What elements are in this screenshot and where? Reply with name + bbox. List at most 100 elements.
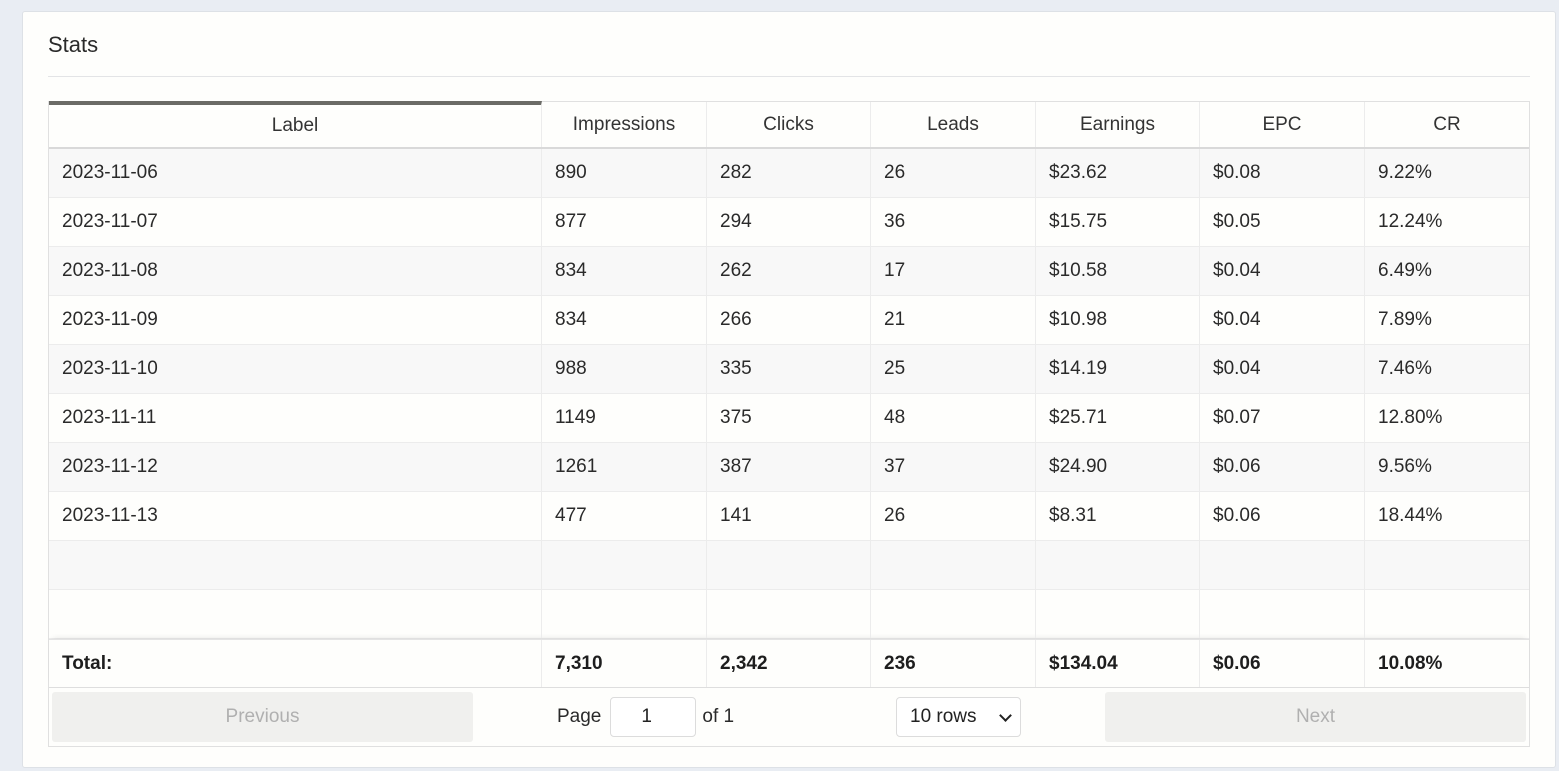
- cell-impressions: 877: [542, 198, 707, 246]
- column-header-earnings[interactable]: Earnings: [1036, 102, 1200, 147]
- table-row: [49, 541, 1529, 590]
- cell-label: 2023-11-13: [49, 492, 542, 540]
- cell-clicks: 282: [707, 149, 871, 197]
- cell-label: 2023-11-06: [49, 149, 542, 197]
- cell-label: [49, 590, 542, 638]
- pagination-bar: Previous Page of 1 10 rows Next: [49, 688, 1529, 746]
- table-totals-row: Total: 7,310 2,342 236 $134.04 $0.06 10.…: [49, 639, 1529, 688]
- cell-label: 2023-11-07: [49, 198, 542, 246]
- cell-impressions: [542, 590, 707, 638]
- cell-cr: 9.22%: [1378, 162, 1432, 183]
- totals-epc: $0.06: [1200, 640, 1365, 687]
- table-row: 2023-11-11 1149 375 48 $25.71 $0.07 12.80%: [49, 394, 1529, 443]
- cell-label: 2023-11-10: [49, 345, 542, 393]
- cell-cr: 18.44%: [1378, 505, 1443, 526]
- cell-cr: 9.56%: [1378, 456, 1432, 477]
- cell-epc: $0.05: [1200, 198, 1365, 246]
- title-divider: [48, 76, 1530, 77]
- cell-impressions: 1149: [542, 394, 707, 442]
- table-row: 2023-11-08 834 262 17 $10.58 $0.04 6.49%: [49, 247, 1529, 296]
- cell-leads: 21: [871, 296, 1036, 344]
- cell-epc: [1200, 541, 1365, 589]
- table-row: 2023-11-13 477 141 26 $8.31 $0.06 18.44%: [49, 492, 1529, 541]
- cell-label: 2023-11-12: [49, 443, 542, 491]
- cell-clicks: 375: [707, 394, 871, 442]
- cell-clicks: 294: [707, 198, 871, 246]
- table-row: 2023-11-10 988 335 25 $14.19 $0.04 7.46%: [49, 345, 1529, 394]
- totals-impressions: 7,310: [542, 640, 707, 687]
- table-header-row: Label Impressions Clicks Leads Earnings …: [49, 101, 1529, 149]
- cell-cr: [1365, 590, 1529, 638]
- cell-leads: 37: [871, 443, 1036, 491]
- cell-cr: 7.46%: [1378, 358, 1432, 379]
- cell-earnings: $23.62: [1036, 149, 1200, 197]
- cell-cr: 7.89%: [1378, 309, 1432, 330]
- cell-leads: 17: [871, 247, 1036, 295]
- cell-clicks: 387: [707, 443, 871, 491]
- page-count-label: of 1: [702, 706, 735, 727]
- cell-leads: [871, 541, 1036, 589]
- cell-cr: 6.49%: [1378, 260, 1432, 281]
- cell-earnings: $24.90: [1036, 443, 1200, 491]
- totals-cr: 10.08%: [1378, 652, 1443, 674]
- cell-clicks: 335: [707, 345, 871, 393]
- cell-epc: $0.06: [1200, 443, 1365, 491]
- cell-earnings: $10.58: [1036, 247, 1200, 295]
- column-header-label[interactable]: Label: [49, 101, 542, 147]
- cell-epc: $0.07: [1200, 394, 1365, 442]
- cell-impressions: 988: [542, 345, 707, 393]
- totals-label: Total:: [49, 640, 542, 687]
- cell-earnings: $10.98: [1036, 296, 1200, 344]
- column-header-impressions[interactable]: Impressions: [542, 102, 707, 147]
- previous-button[interactable]: Previous: [52, 692, 473, 742]
- cell-epc: [1200, 590, 1365, 638]
- table-row: 2023-11-07 877 294 36 $15.75 $0.05 12.24%: [49, 198, 1529, 247]
- cell-label: 2023-11-11: [49, 394, 542, 442]
- chevron-down-icon: [999, 708, 1012, 722]
- column-header-clicks[interactable]: Clicks: [707, 102, 871, 147]
- column-header-epc[interactable]: EPC: [1200, 102, 1365, 147]
- rows-per-page-select[interactable]: 10 rows: [896, 697, 1021, 737]
- rows-per-page-value: 10 rows: [910, 706, 977, 727]
- stats-card: Stats Label Impressions Clicks Leads Ear…: [22, 11, 1556, 768]
- cell-clicks: [707, 590, 871, 638]
- cell-impressions: 1261: [542, 443, 707, 491]
- cell-impressions: 834: [542, 247, 707, 295]
- cell-clicks: [707, 541, 871, 589]
- table-row: 2023-11-06 890 282 26 $23.62 $0.08 9.22%: [49, 149, 1529, 198]
- page-number-input[interactable]: [610, 697, 697, 737]
- table-body: 2023-11-06 890 282 26 $23.62 $0.08 9.22% 2023-1…: [49, 149, 1529, 639]
- cell-cr: 12.80%: [1378, 407, 1443, 428]
- cell-earnings: [1036, 590, 1200, 638]
- cell-label: [49, 541, 542, 589]
- next-button[interactable]: Next: [1105, 692, 1526, 742]
- cell-label: 2023-11-08: [49, 247, 542, 295]
- cell-earnings: [1036, 541, 1200, 589]
- cell-label: 2023-11-09: [49, 296, 542, 344]
- cell-epc: $0.06: [1200, 492, 1365, 540]
- cell-leads: [871, 590, 1036, 638]
- cell-leads: 36: [871, 198, 1036, 246]
- totals-clicks: 2,342: [707, 640, 871, 687]
- stats-table: Label Impressions Clicks Leads Earnings …: [48, 101, 1530, 747]
- page-label: Page: [557, 706, 602, 727]
- cell-earnings: $8.31: [1036, 492, 1200, 540]
- column-header-cr[interactable]: CR: [1365, 102, 1529, 147]
- cell-leads: 26: [871, 492, 1036, 540]
- cell-cr: [1365, 541, 1529, 589]
- cell-clicks: 141: [707, 492, 871, 540]
- cell-epc: $0.04: [1200, 247, 1365, 295]
- cell-leads: 25: [871, 345, 1036, 393]
- cell-earnings: $14.19: [1036, 345, 1200, 393]
- cell-earnings: $15.75: [1036, 198, 1200, 246]
- cell-impressions: 477: [542, 492, 707, 540]
- table-row: [49, 590, 1529, 639]
- cell-clicks: 262: [707, 247, 871, 295]
- column-header-leads[interactable]: Leads: [871, 102, 1036, 147]
- cell-leads: 26: [871, 149, 1036, 197]
- cell-cr: 12.24%: [1378, 211, 1443, 232]
- cell-clicks: 266: [707, 296, 871, 344]
- table-row: 2023-11-12 1261 387 37 $24.90 $0.06 9.56%: [49, 443, 1529, 492]
- cell-earnings: $25.71: [1036, 394, 1200, 442]
- cell-epc: $0.08: [1200, 149, 1365, 197]
